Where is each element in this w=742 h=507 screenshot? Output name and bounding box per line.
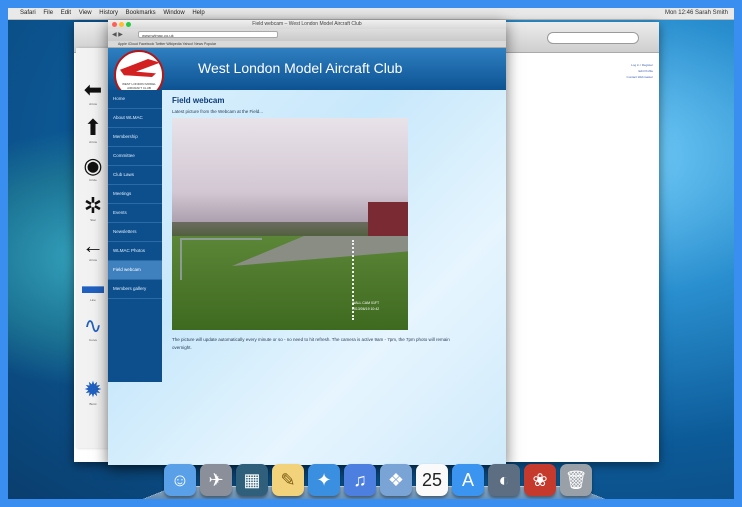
webpage: West London Model Aircraft Club WEST LON… [108,48,506,465]
site-nav: Home About WLMAC Membership Committee Cl… [108,90,162,382]
mission-control-icon[interactable]: ▦ [236,464,268,496]
nav-home[interactable]: Home [108,90,162,109]
dock: ☺ ✈ ▦ ✎ ✦ ♫ ❖ 25 A ◐ ❀ 🗑 [137,460,611,499]
nav-meetings[interactable]: Meetings [108,185,162,204]
photo-model-stands [180,238,262,280]
nav-photos[interactable]: WLMAC Photos [108,242,162,261]
curve-icon[interactable]: ∿ [78,314,108,338]
nav-events[interactable]: Events [108,204,162,223]
app-store-icon[interactable]: A [452,464,484,496]
plane-icon [120,59,160,77]
launchpad-icon[interactable]: ✈ [200,464,232,496]
nav-committee[interactable]: Committee [108,147,162,166]
browser-toolbar: ◀ ▶ www.wlmac.co.uk [108,29,506,41]
lead-text: Latest picture from the Webcam at the Fi… [172,109,263,114]
webcam-caption: The picture will update automatically ev… [172,337,450,350]
main-content: Field webcam Latest picture from the Web… [172,96,492,350]
nav-membership[interactable]: Membership [108,128,162,147]
preview-icon[interactable]: ❖ [380,464,412,496]
forward-icon[interactable]: ▶ [118,32,123,38]
palette-label: Line [90,298,96,302]
browser-window[interactable]: Field webcam – West London Model Aircraf… [108,20,506,465]
palette-label: Arrow [89,102,97,106]
menu-safari[interactable]: Safari [20,10,36,16]
link-contact[interactable]: Contact Webmaster [627,74,653,80]
minimize-icon[interactable] [119,22,124,27]
menu-view[interactable]: View [79,10,92,16]
photo-hut [368,202,408,236]
safari-icon[interactable]: ✦ [308,464,340,496]
palette-label: Curve [88,338,97,342]
menu-file[interactable]: File [43,10,53,16]
nav-field-webcam[interactable]: Field webcam [108,261,162,280]
menu-bookmarks[interactable]: Bookmarks [126,10,156,16]
photo-booth-icon[interactable]: ❀ [524,464,556,496]
palette-label: Circle [89,178,97,182]
site-header: West London Model Aircraft Club [108,48,506,90]
palette-label: Burst [89,402,97,406]
burst-icon[interactable]: ✹ [78,378,108,402]
logo-text: WEST LONDON MODEL AIRCRAFT CLUB [122,82,156,90]
nav-newsletters[interactable]: Newsletters [108,223,162,242]
nav-about[interactable]: About WLMAC [108,109,162,128]
nav-club-laws[interactable]: Club Laws [108,166,162,185]
address-bar[interactable]: www.wlmac.co.uk [138,31,278,38]
menu-history[interactable]: History [99,10,118,16]
facetime-icon[interactable]: ◐ [488,464,520,496]
window-title: Field webcam – West London Model Aircraf… [252,21,362,27]
star-burst-icon[interactable]: ✲ [78,194,108,218]
background-links: Log in / Register Edit Profile Contact W… [627,62,653,80]
zoom-icon[interactable] [126,22,131,27]
menubar: Safari File Edit View History Bookmarks … [8,8,734,20]
screen-frame: Safari File Edit View History Bookmarks … [0,0,742,507]
arrow-left-icon[interactable]: ← [78,234,108,258]
desktop: Safari File Edit View History Bookmarks … [8,8,734,499]
notes-icon[interactable]: ✎ [272,464,304,496]
webcam-photo: WALL CAM 01FT 2013/06/19 10:42 [172,118,408,330]
menu-window[interactable]: Window [163,10,184,16]
finder-icon[interactable]: ☺ [164,464,196,496]
palette-label: Arrow [89,140,97,144]
menu-edit[interactable]: Edit [61,10,71,16]
line-icon[interactable]: ▬ [78,274,108,298]
trash-icon[interactable]: 🗑 [560,464,592,496]
arrow-left-icon[interactable]: ⬅ [78,78,108,102]
nav-members-gallery[interactable]: Members gallery [108,280,162,299]
webcam-timestamp: WALL CAM 01FT 2013/06/19 10:42 [352,300,379,312]
menu-help[interactable]: Help [192,10,204,16]
circle-arrow-icon[interactable]: ◉ [78,154,108,178]
nav-buttons: ◀ ▶ [112,31,123,38]
bookmarks-bar[interactable]: Apple iCloud Facebook Twitter Wikipedia … [108,41,506,48]
page-heading: Field webcam [172,96,225,105]
site-title[interactable]: West London Model Aircraft Club [198,60,402,76]
palette-label: Arrow [89,258,97,262]
background-search-field[interactable] [547,32,639,44]
close-icon[interactable] [112,22,117,27]
menubar-status[interactable]: Mon 12:46 Sarah Smith [665,8,728,19]
calendar-icon[interactable]: 25 [416,464,448,496]
itunes-icon[interactable]: ♫ [344,464,376,496]
palette-label: Star [90,218,96,222]
webcam-stamp-line2: 2013/06/19 10:42 [352,307,380,311]
arrow-up-icon[interactable]: ⬆ [78,116,108,140]
window-titlebar[interactable]: Field webcam – West London Model Aircraf… [108,20,506,29]
back-icon[interactable]: ◀ [112,32,117,38]
